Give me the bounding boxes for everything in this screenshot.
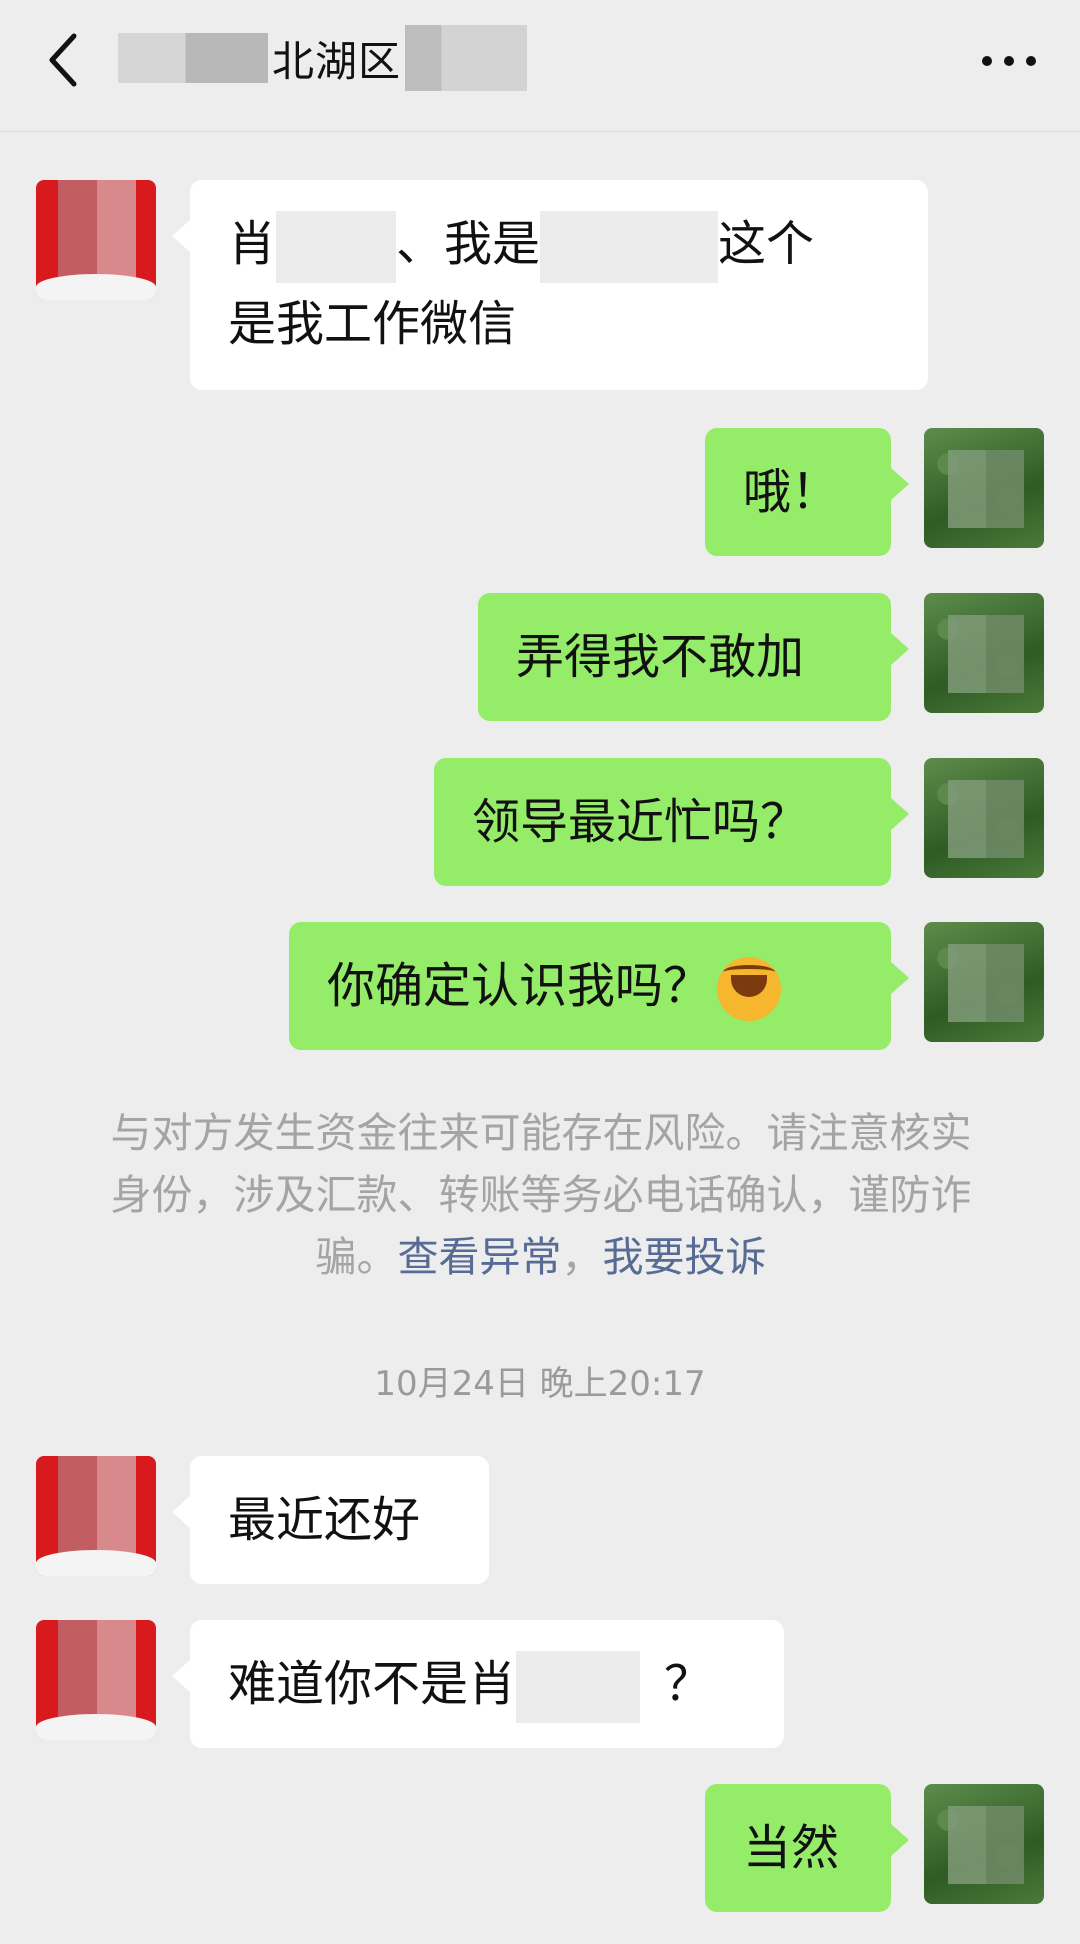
message-bubble-sent[interactable]: 哦！ — [705, 428, 909, 556]
message-text: 当然 — [743, 1820, 840, 1876]
message-text: 哦！ — [743, 464, 840, 520]
redacted-text-block — [540, 211, 719, 283]
chat-header: 北湖区 — [0, 0, 1080, 132]
message-text: ？ — [664, 1656, 713, 1712]
message-text: 是我工作微信 — [228, 296, 517, 352]
my-avatar[interactable] — [924, 428, 1044, 548]
message-bubble-sent[interactable]: 你确定认识我吗？ — [289, 922, 909, 1050]
chat-screen: 北湖区 肖 、我是 这个 是我工作微信 哦！ 弄得我不敢加 领导最近忙吗？ 你确定认… — [0, 0, 1080, 1944]
back-arrow-icon[interactable] — [36, 22, 92, 98]
contact-avatar[interactable] — [36, 1456, 156, 1576]
report-complaint-link[interactable]: 我要投诉 — [603, 1233, 767, 1281]
message-text: 你确定认识我吗？ — [327, 958, 712, 1014]
face-with-tears-of-joy-emoji — [717, 957, 782, 1021]
check-abnormal-link[interactable]: 查看异常 — [398, 1233, 562, 1281]
contact-avatar[interactable] — [36, 180, 156, 300]
redacted-text-block — [276, 211, 397, 283]
notice-separator: ， — [561, 1233, 603, 1281]
message-text: 领导最近忙吗？ — [472, 794, 809, 850]
my-avatar[interactable] — [924, 593, 1044, 713]
message-bubble-received[interactable]: 最近还好 — [172, 1456, 489, 1584]
redacted-name-block — [118, 33, 268, 83]
message-bubble-sent[interactable]: 当然 — [705, 1784, 909, 1912]
message-text: 弄得我不敢加 — [516, 629, 805, 685]
message-text: 、我是 — [396, 216, 541, 272]
message-bubble-received[interactable]: 难道你不是肖 ？ — [172, 1620, 784, 1748]
more-options-icon[interactable] — [982, 56, 1036, 66]
security-warning-notice: 与对方发生资金往来可能存在风险。请注意核实身份，涉及汇款、转账等务必电话确认，谨… — [96, 1102, 986, 1288]
message-text: 难道你不是肖 — [228, 1656, 517, 1712]
my-avatar[interactable] — [924, 1784, 1044, 1904]
my-avatar[interactable] — [924, 922, 1044, 1042]
chat-title: 北湖区 — [118, 24, 528, 92]
message-text: 这个 — [718, 216, 815, 272]
my-avatar[interactable] — [924, 758, 1044, 878]
message-text: 肖 — [228, 216, 277, 272]
redacted-text-block — [516, 1651, 641, 1723]
redacted-name-block — [405, 25, 528, 91]
contact-avatar[interactable] — [36, 1620, 156, 1740]
chat-title-text: 北湖区 — [272, 36, 402, 86]
message-bubble-sent[interactable]: 领导最近忙吗？ — [434, 758, 909, 886]
message-text: 最近还好 — [228, 1492, 421, 1548]
message-bubble-sent[interactable]: 弄得我不敢加 — [478, 593, 909, 721]
message-timestamp: 10月24日 晚上20:17 — [374, 1364, 706, 1404]
message-bubble-received[interactable]: 肖 、我是 这个 是我工作微信 — [172, 180, 928, 390]
